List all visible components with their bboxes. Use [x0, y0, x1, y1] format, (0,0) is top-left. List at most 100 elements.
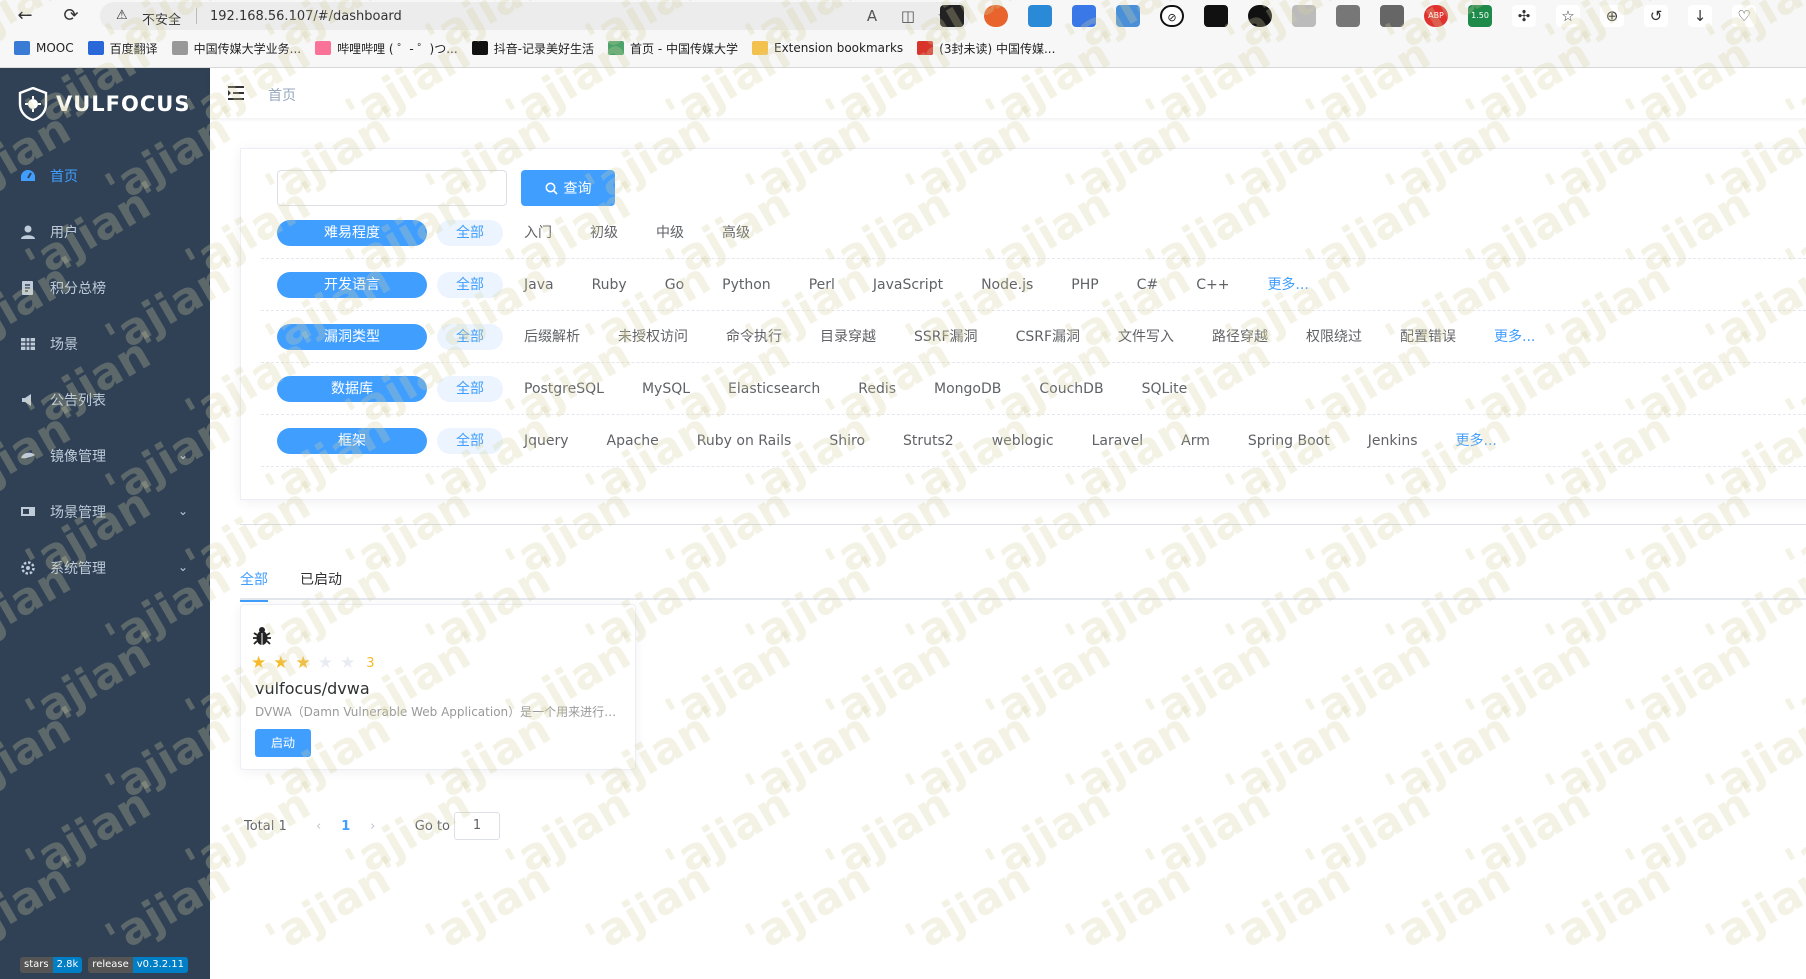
filter-option[interactable]: 全部 — [437, 376, 503, 402]
search-input[interactable] — [277, 170, 507, 206]
insecure-label[interactable]: 不安全 — [142, 9, 181, 28]
release-badge[interactable]: release v0.3.2.11 — [88, 957, 189, 973]
filter-option[interactable]: PHP — [1052, 272, 1117, 298]
filter-option[interactable]: Shiro — [810, 428, 884, 454]
extension-icon[interactable] — [984, 5, 1008, 27]
sidebar-item-scene-management[interactable]: 场景管理 ⌄ — [0, 484, 210, 540]
search-extension-icon[interactable] — [1248, 5, 1272, 27]
filter-option[interactable]: Laravel — [1073, 428, 1163, 454]
back-icon[interactable]: ← — [12, 3, 38, 29]
extension-icon[interactable] — [940, 5, 964, 27]
filter-more-link[interactable]: 更多... — [1475, 324, 1554, 350]
search-button[interactable]: 查询 — [521, 170, 615, 206]
sidebar-item-system[interactable]: 系统管理 ⌄ — [0, 540, 210, 596]
filter-option[interactable]: 配置错误 — [1381, 324, 1475, 350]
filter-option[interactable]: Jenkins — [1349, 428, 1437, 454]
goto-input[interactable]: 1 — [453, 812, 500, 840]
filter-option[interactable]: 中级 — [637, 220, 703, 246]
url-text[interactable]: 192.168.56.107/#/dashboard — [210, 9, 402, 24]
download-icon[interactable]: ↓ — [1688, 5, 1712, 27]
filter-option[interactable]: PostgreSQL — [505, 376, 623, 402]
filter-option[interactable]: 全部 — [437, 324, 503, 350]
filter-option[interactable]: JavaScript — [854, 272, 962, 298]
filter-option[interactable]: 目录穿越 — [801, 324, 895, 350]
tab-all[interactable]: 全部 — [240, 560, 268, 602]
filter-option[interactable]: 全部 — [437, 428, 503, 454]
start-button[interactable]: 启动 — [255, 729, 311, 757]
collections-icon[interactable]: ⊕ — [1600, 5, 1624, 27]
chevron-left-icon[interactable]: ‹ — [307, 819, 331, 834]
filter-option[interactable]: Jquery — [505, 428, 588, 454]
block-icon[interactable]: ⊘ — [1160, 5, 1184, 27]
filter-option[interactable]: Elasticsearch — [709, 376, 839, 402]
bookmark-baidu-translate[interactable]: 百度翻译 — [87, 40, 158, 57]
filter-option[interactable]: CSRF漏洞 — [997, 324, 1099, 350]
history-icon[interactable]: ↺ — [1644, 5, 1668, 27]
filter-option[interactable]: Python — [703, 272, 790, 298]
filter-option[interactable]: 命令执行 — [707, 324, 801, 350]
bookmark-douyin[interactable]: 抖音-记录美好生活 — [471, 40, 594, 57]
filter-option[interactable]: Perl — [790, 272, 854, 298]
tab-running[interactable]: 已启动 — [300, 560, 342, 600]
filter-option[interactable]: Spring Boot — [1229, 428, 1349, 454]
filter-option[interactable]: 全部 — [437, 220, 503, 246]
sidebar-item-dashboard[interactable]: 首页 — [0, 148, 210, 204]
puzzle-icon[interactable]: ✣ — [1512, 5, 1536, 27]
sidebar-item-announcements[interactable]: 公告列表 — [0, 372, 210, 428]
sidebar-item-users[interactable]: 用户 — [0, 204, 210, 260]
vuln-card[interactable]: ★ ★ ★ ★ ★ 3 vulfocus/dvwa DVWA（Damn Vulnerab… — [240, 604, 636, 770]
extension-icon[interactable] — [1028, 5, 1052, 27]
page-number[interactable]: 1 — [331, 819, 361, 834]
filter-option[interactable]: Arm — [1162, 428, 1229, 454]
filter-option[interactable]: C++ — [1177, 272, 1248, 298]
filter-option[interactable]: Go — [646, 272, 703, 298]
filter-option[interactable]: 初级 — [571, 220, 637, 246]
warning-icon[interactable]: ⚠ — [116, 8, 128, 23]
filter-option[interactable]: 未授权访问 — [599, 324, 707, 350]
filter-option[interactable]: Java — [505, 272, 573, 298]
filter-option[interactable]: 后缀解析 — [505, 324, 599, 350]
extension-icon[interactable] — [1336, 5, 1360, 27]
filter-option[interactable]: Struts2 — [884, 428, 973, 454]
extension-icon[interactable] — [1116, 5, 1140, 27]
filter-option[interactable]: MySQL — [623, 376, 709, 402]
hamburger-icon[interactable] — [226, 83, 246, 103]
filter-option[interactable]: C# — [1118, 272, 1178, 298]
extension-icon[interactable] — [1292, 5, 1316, 27]
filter-option[interactable]: 入门 — [505, 220, 571, 246]
read-aloud-icon[interactable]: A — [862, 6, 882, 26]
bookmark-cuc[interactable]: 中国传媒大学业务... — [171, 40, 301, 57]
filter-more-link[interactable]: 更多... — [1437, 428, 1516, 454]
bookmark-mail[interactable]: (3封未读) 中国传媒... — [917, 40, 1055, 57]
sidebar-item-scenes[interactable]: 场景 — [0, 316, 210, 372]
filter-option[interactable]: 权限绕过 — [1287, 324, 1381, 350]
filter-option[interactable]: 路径穿越 — [1193, 324, 1287, 350]
address-bar[interactable]: ⚠ 不安全 192.168.56.107/#/dashboard A ◫ ☆ — [100, 2, 970, 30]
filter-option[interactable]: Ruby on Rails — [678, 428, 811, 454]
split-screen-icon[interactable]: ◫ — [898, 6, 918, 26]
bookmark-bilibili[interactable]: 哔哩哔哩 ( ゜- ゜)つ... — [315, 40, 458, 57]
filter-option[interactable]: 高级 — [703, 220, 769, 246]
filter-option[interactable]: weblogic — [973, 428, 1073, 454]
sidebar-item-images[interactable]: 镜像管理 ⌄ — [0, 428, 210, 484]
reload-icon[interactable]: ⟳ — [58, 3, 84, 29]
stars-badge[interactable]: stars 2.8k — [20, 957, 83, 973]
filter-more-link[interactable]: 更多... — [1248, 272, 1327, 298]
bookmark-cuc-home[interactable]: 首页 - 中国传媒大学 — [608, 40, 738, 57]
translate-icon[interactable] — [1072, 5, 1096, 27]
filter-option[interactable]: CouchDB — [1020, 376, 1122, 402]
health-icon[interactable]: ♡ — [1732, 5, 1756, 27]
extension-icon[interactable] — [1380, 5, 1404, 27]
favorites-icon[interactable]: ☆ — [1556, 5, 1580, 27]
filter-option[interactable]: SQLite — [1123, 376, 1207, 402]
bookmark-mooc[interactable]: MOOC — [14, 41, 74, 55]
filter-option[interactable]: Apache — [588, 428, 678, 454]
filter-option[interactable]: 全部 — [437, 272, 503, 298]
filter-option[interactable]: Ruby — [573, 272, 646, 298]
logo[interactable]: VULFOCUS — [18, 86, 190, 122]
bookmark-extension[interactable]: Extension bookmarks — [752, 41, 903, 55]
sidebar-item-leaderboard[interactable]: 积分总榜 — [0, 260, 210, 316]
chevron-right-icon[interactable]: › — [361, 819, 385, 834]
filter-option[interactable]: Node.js — [962, 272, 1052, 298]
extension-badge[interactable]: 1.50 — [1468, 5, 1492, 27]
